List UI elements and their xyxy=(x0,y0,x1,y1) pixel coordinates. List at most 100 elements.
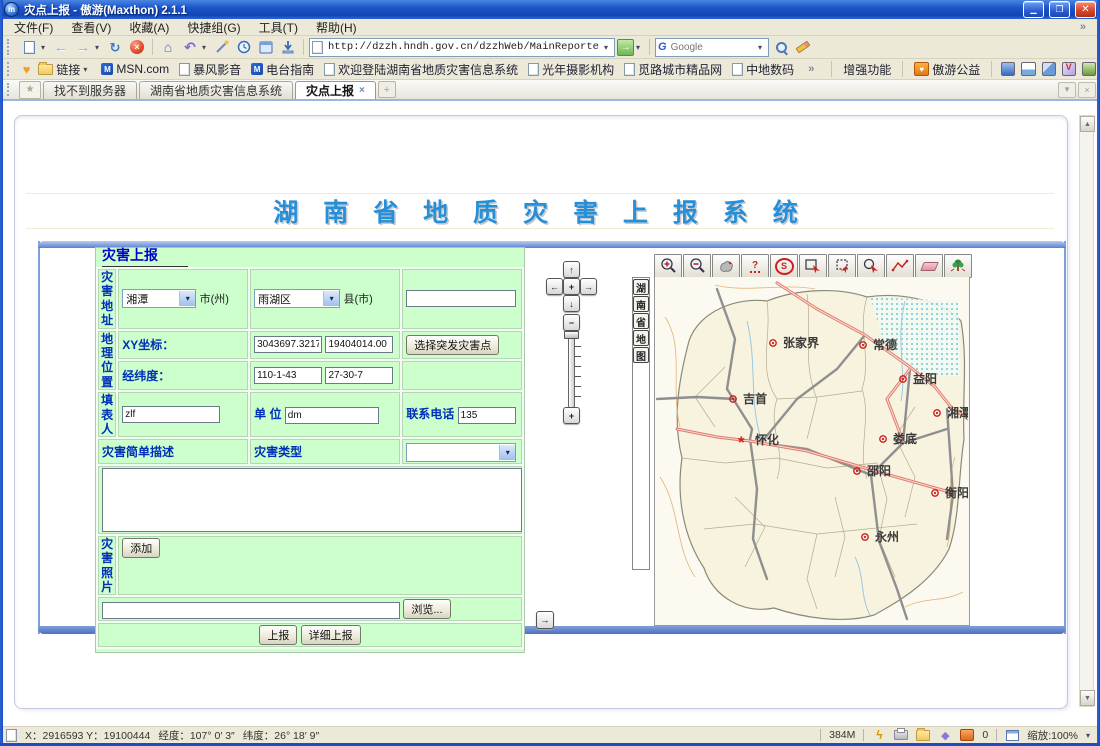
file-path-input[interactable] xyxy=(102,602,400,619)
detail-report-button[interactable]: 详细上报 xyxy=(301,625,361,645)
menu-groups[interactable]: 快捷组(G) xyxy=(179,19,248,36)
x-coordinate-input[interactable] xyxy=(254,336,322,353)
v-plugin-icon[interactable] xyxy=(1062,62,1076,76)
map-strip-char[interactable]: 湖 xyxy=(633,279,649,295)
menu-tools[interactable]: 工具(T) xyxy=(251,19,306,36)
browse-button[interactable]: 浏览... xyxy=(403,599,450,619)
panel-collapse-button[interactable] xyxy=(536,611,554,629)
new-tab-button[interactable] xyxy=(378,81,396,98)
bookmark-city-boutique[interactable]: 觅路城市精品网 xyxy=(622,60,724,79)
menu-file[interactable]: 文件(F) xyxy=(6,19,61,36)
map-zoom-in-step-button[interactable] xyxy=(563,407,580,424)
tab-list-star-button[interactable] xyxy=(19,81,41,99)
search-engine-dropdown-icon[interactable] xyxy=(758,43,766,52)
map-pan-up-button[interactable] xyxy=(563,261,580,278)
minimize-button[interactable] xyxy=(1023,1,1044,18)
new-page-icon[interactable] xyxy=(19,38,39,57)
highlight-pen-icon[interactable] xyxy=(793,38,813,57)
download-icon[interactable] xyxy=(278,38,298,57)
map-strip-char[interactable]: 南 xyxy=(633,296,649,312)
bookmark-msn[interactable]: MSN.com xyxy=(99,61,171,77)
back-icon[interactable] xyxy=(51,38,71,57)
tab-disaster-report[interactable]: 灾点上报 xyxy=(295,81,376,99)
disaster-type-select[interactable] xyxy=(406,443,516,462)
zoom-level-label[interactable]: 缩放:100% xyxy=(1027,728,1078,743)
map-draw-line-icon[interactable] xyxy=(886,254,914,278)
map-zoom-box-icon[interactable] xyxy=(799,254,827,278)
phone-input[interactable] xyxy=(458,407,516,424)
restore-button[interactable] xyxy=(1049,1,1070,18)
map-select-box-icon[interactable] xyxy=(828,254,856,278)
address-detail-input[interactable] xyxy=(406,290,516,307)
map-layer-tree-icon[interactable] xyxy=(944,254,972,278)
popup-blocker-icon[interactable] xyxy=(960,729,974,741)
menu-help[interactable]: 帮助(H) xyxy=(308,19,365,36)
bookmark-baofeng[interactable]: 暴风影音 xyxy=(177,60,243,79)
bookmark-photo-studio[interactable]: 光年摄影机构 xyxy=(526,60,616,79)
zoom-dropdown-icon[interactable] xyxy=(1086,731,1094,740)
map-pan-hand-icon[interactable] xyxy=(712,254,740,278)
reporter-name-input[interactable] xyxy=(122,406,220,423)
map-strip-char[interactable]: 省 xyxy=(633,313,649,329)
stop-icon[interactable] xyxy=(127,38,147,57)
scroll-down-icon[interactable] xyxy=(1080,690,1095,706)
new-page-dropdown-icon[interactable] xyxy=(41,43,49,52)
bookmark-zhongdi-digital[interactable]: 中地数码 xyxy=(730,60,796,79)
history-clock-icon[interactable] xyxy=(234,38,254,57)
longitude-input[interactable] xyxy=(254,367,322,384)
map-strip-char[interactable]: 地 xyxy=(633,330,649,346)
menubar-overflow-icon[interactable] xyxy=(1080,21,1094,33)
submit-report-button[interactable]: 上报 xyxy=(259,625,297,645)
add-photo-button[interactable]: 添加 xyxy=(122,538,160,558)
scroll-up-icon[interactable] xyxy=(1080,116,1095,132)
address-input[interactable] xyxy=(326,40,601,54)
tab-overflow-button[interactable] xyxy=(1058,82,1076,98)
map-center-button[interactable] xyxy=(563,278,580,295)
search-input[interactable] xyxy=(669,41,756,54)
county-select[interactable]: 雨湖区 xyxy=(254,289,340,308)
city-select[interactable]: 湘潭 xyxy=(122,289,196,308)
description-textarea[interactable] xyxy=(102,468,522,532)
unit-input[interactable] xyxy=(285,407,379,424)
map-zoom-slider-handle[interactable] xyxy=(564,331,579,339)
latitude-input[interactable] xyxy=(325,367,393,384)
map-pan-left-button[interactable] xyxy=(546,278,563,295)
favorites-heart-icon[interactable] xyxy=(23,62,31,77)
map-pan-right-button[interactable] xyxy=(580,278,597,295)
go-button[interactable] xyxy=(617,39,634,56)
home-icon[interactable] xyxy=(158,38,178,57)
go-dropdown-icon[interactable] xyxy=(636,43,644,52)
menu-view[interactable]: 查看(V) xyxy=(63,19,119,36)
history-dropdown-icon[interactable] xyxy=(95,43,103,52)
map-pan-down-button[interactable] xyxy=(563,295,580,312)
boost-icon[interactable] xyxy=(872,729,886,741)
window-plugin-icon[interactable] xyxy=(1021,62,1035,76)
pick-disaster-point-button[interactable]: 选择突发灾害点 xyxy=(406,335,499,355)
y-coordinate-input[interactable] xyxy=(325,336,393,353)
address-dropdown-icon[interactable] xyxy=(604,43,612,52)
map-zoom-out-step-button[interactable] xyxy=(563,314,580,331)
map-zoom-in-icon[interactable] xyxy=(654,254,682,278)
map-eraser-icon[interactable] xyxy=(915,254,943,278)
enhance-features-button[interactable]: 增强功能 xyxy=(841,60,893,79)
messenger-plugin-icon[interactable] xyxy=(1001,62,1015,76)
map-full-extent-icon[interactable] xyxy=(770,254,798,278)
close-button[interactable] xyxy=(1075,1,1096,18)
close-current-tab-button[interactable] xyxy=(1078,82,1096,98)
refresh-icon[interactable] xyxy=(105,38,125,57)
link-panel-icon[interactable] xyxy=(256,38,276,57)
filter-wand-icon[interactable] xyxy=(212,38,232,57)
close-tab-icon[interactable] xyxy=(359,85,365,96)
menu-favorites[interactable]: 收藏(A) xyxy=(121,19,177,36)
forward-icon[interactable] xyxy=(73,38,93,57)
plugin-status-icon[interactable] xyxy=(938,729,952,741)
map-strip-char[interactable]: 图 xyxy=(633,347,649,363)
printer-icon[interactable] xyxy=(894,729,908,741)
notes-plugin-icon[interactable] xyxy=(1042,62,1056,76)
map-measure-icon[interactable] xyxy=(741,254,769,278)
bookmark-links-folder[interactable]: 链接 xyxy=(36,60,93,79)
folder-status-icon[interactable] xyxy=(916,729,930,741)
page-scrollbar[interactable] xyxy=(1079,115,1094,707)
map-zoom-out-icon[interactable] xyxy=(683,254,711,278)
map-canvas[interactable]: 张家界常德益阳吉首*怀化湘潭娄底邵阳衡阳永州 xyxy=(654,277,970,626)
